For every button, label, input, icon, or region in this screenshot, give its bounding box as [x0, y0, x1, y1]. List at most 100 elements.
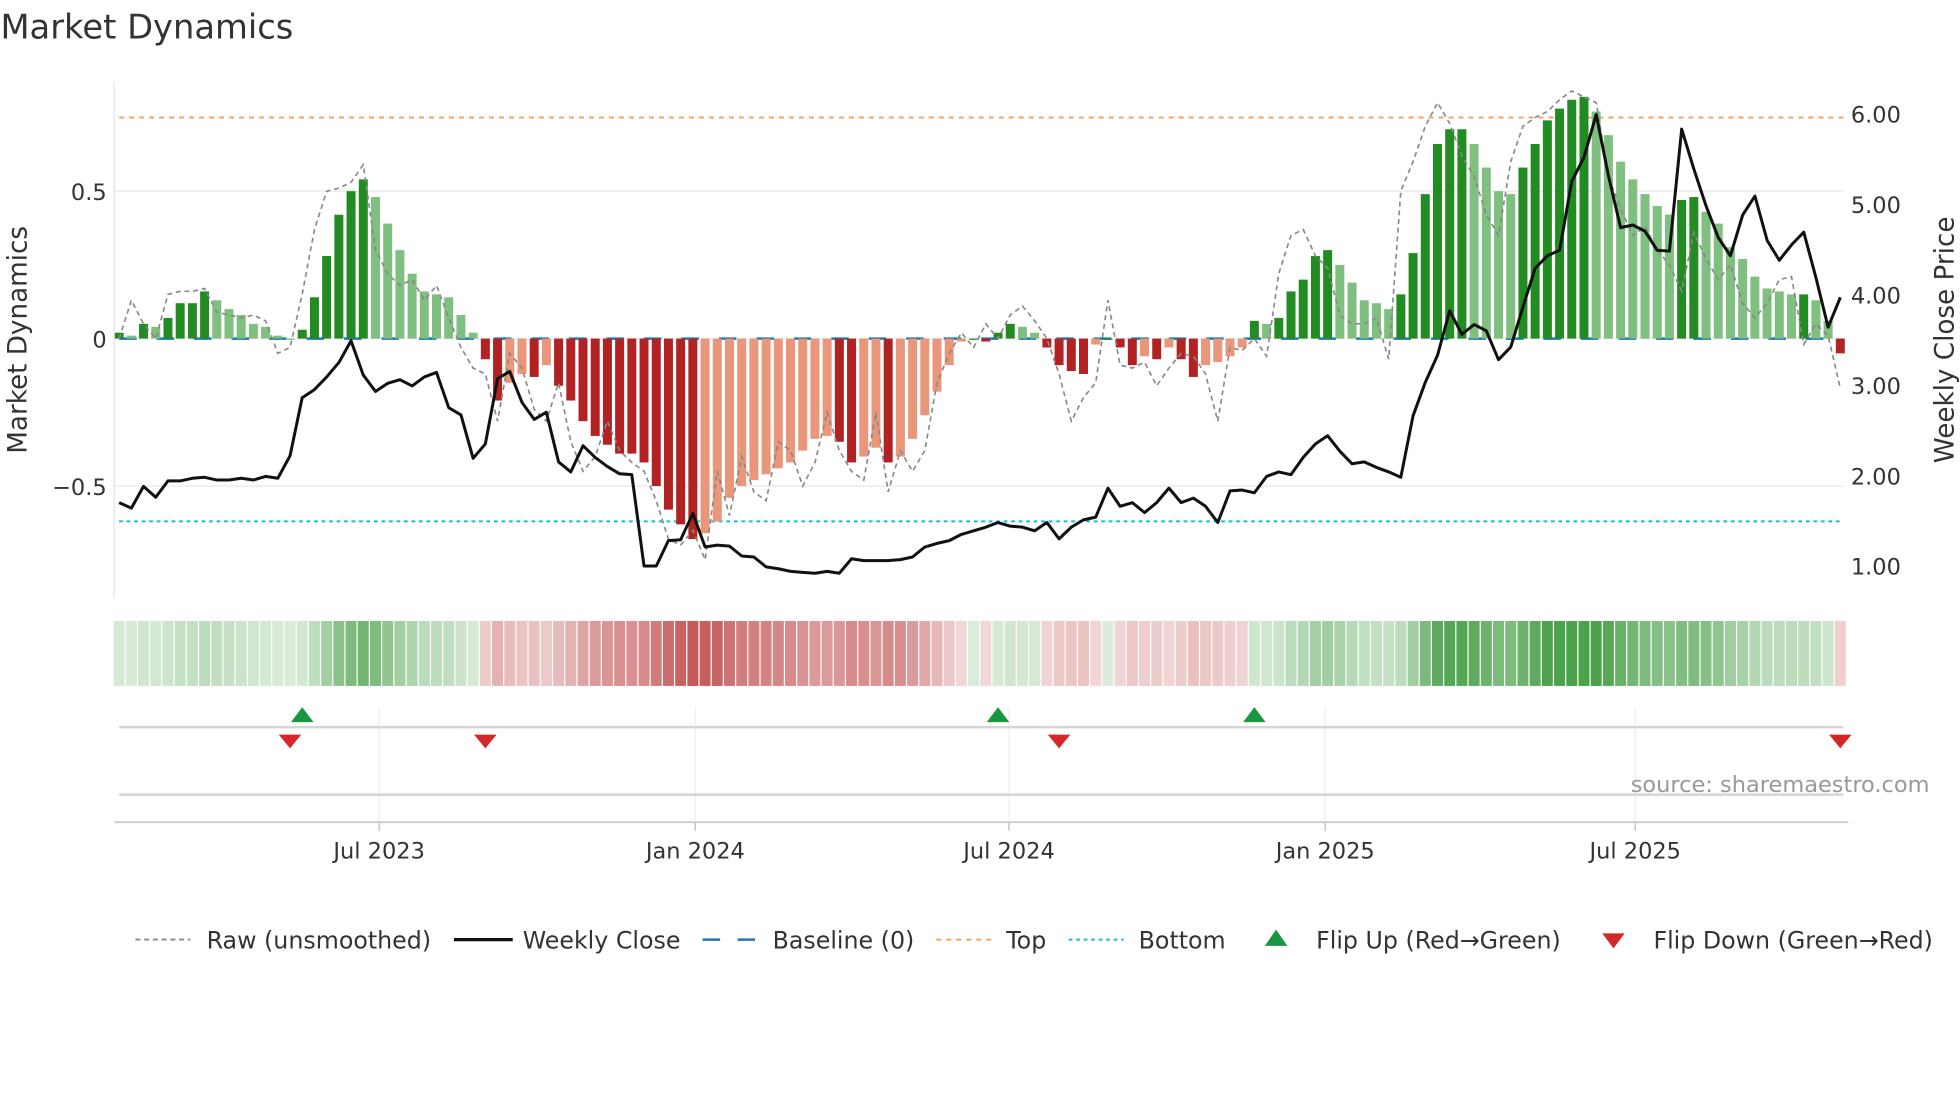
histogram-bar: [346, 191, 356, 339]
flip-up-marker: [291, 707, 314, 723]
histogram-bar: [1152, 338, 1162, 360]
histogram-bar: [212, 300, 222, 339]
heat-strip-cell: [846, 620, 858, 686]
heat-strip-cell: [1431, 620, 1443, 686]
heat-strip-cell: [1126, 620, 1138, 686]
heat-strip-cell: [321, 620, 333, 686]
heat-strip-cell: [1834, 620, 1846, 686]
heat-strip-cell: [1090, 620, 1102, 686]
heat-strip-cell: [516, 620, 528, 686]
heat-strip-cell: [1395, 620, 1407, 686]
heat-strip-cell: [553, 620, 565, 686]
heat-strip-cell: [1029, 620, 1041, 686]
heat-strip-cell: [858, 620, 870, 686]
left-tick-label: 0: [92, 327, 106, 353]
heat-strip-cell: [357, 620, 369, 686]
source-note: source: sharemaestro.com: [1631, 772, 1930, 798]
histogram-bar: [370, 197, 380, 339]
heat-strip-cell: [785, 620, 797, 686]
left-tick-label: 0.5: [71, 180, 107, 206]
histogram-bar: [1811, 300, 1821, 339]
histogram-bar: [273, 335, 283, 339]
histogram-bar: [1359, 300, 1369, 339]
heat-strip-cell: [614, 620, 626, 686]
heat-strip-cell: [1200, 620, 1212, 686]
heat-strip-cell: [431, 620, 443, 686]
histogram-bar: [444, 297, 454, 339]
histogram-bar: [1213, 338, 1223, 363]
heat-strip-cell: [931, 620, 943, 686]
histogram-bar: [1835, 338, 1845, 354]
heat-strip-cell: [1358, 620, 1370, 686]
histogram-bar: [1286, 291, 1296, 339]
histogram-bar: [1579, 96, 1589, 339]
right-tick-label: 3.00: [1851, 374, 1901, 400]
histogram-bar: [383, 223, 393, 339]
heat-strip-cell: [577, 620, 589, 686]
histogram-bar: [1127, 338, 1137, 366]
heat-strip-cell: [162, 620, 174, 686]
heat-strip-cell: [296, 620, 308, 686]
heat-strip-cell: [308, 620, 320, 686]
x-tick-label: Jan 2024: [644, 838, 745, 864]
x-tick-label: Jul 2025: [1588, 838, 1681, 864]
histogram-bar: [187, 303, 197, 339]
heat-strip-cell: [1077, 620, 1089, 686]
left-tick-label: −0.5: [52, 475, 107, 501]
heat-strip-cell: [1798, 620, 1810, 686]
heat-strip-cell: [1334, 620, 1346, 686]
histogram-bar: [1481, 167, 1491, 339]
heat-strip-cell: [333, 620, 345, 686]
heat-strip-cell: [1370, 620, 1382, 686]
heat-strip-cell: [1175, 620, 1187, 686]
histogram-bar: [480, 338, 490, 360]
heat-strip-cell: [1151, 620, 1163, 686]
heat-strip-cell: [492, 620, 504, 686]
histogram-bar: [432, 294, 442, 339]
heat-strip-cell: [504, 620, 516, 686]
histogram-bar: [810, 338, 820, 439]
histogram-bar: [1103, 338, 1113, 340]
histogram-bar: [126, 335, 136, 339]
heat-strip-cell: [1322, 620, 1334, 686]
histogram-bar: [969, 338, 979, 340]
histogram-bar: [1750, 276, 1760, 339]
histogram-bar: [663, 338, 673, 510]
right-tick-label: 4.00: [1851, 283, 1901, 309]
histogram-bar: [615, 338, 625, 454]
heat-strip-cell: [894, 620, 906, 686]
histogram-bar: [1030, 332, 1040, 339]
heat-strip-cell: [406, 620, 418, 686]
heat-strip-cell: [1773, 620, 1785, 686]
heat-strip-cell: [1053, 620, 1065, 686]
heat-strip-cell: [1212, 620, 1224, 686]
histogram-bar: [1628, 179, 1638, 339]
histogram-bar: [883, 338, 893, 463]
heat-strip-cell: [211, 620, 223, 686]
heat-strip-cell: [675, 620, 687, 686]
flip-down-legend-swatch: [1602, 933, 1625, 949]
histogram-bar: [456, 315, 466, 339]
histogram-bar: [1005, 323, 1015, 339]
heat-strip-cell: [1700, 620, 1712, 686]
heat-strip-cell: [1102, 620, 1114, 686]
histogram-bar: [590, 338, 600, 436]
heat-strip-cell: [1297, 620, 1309, 686]
heat-strip-cell: [589, 620, 601, 686]
right-tick-label: 1.00: [1851, 555, 1901, 581]
heat-strip-cell: [1761, 620, 1773, 686]
heat-strip-cell: [1383, 620, 1395, 686]
heat-strip-cell: [1676, 620, 1688, 686]
heat-strip-cell: [1065, 620, 1077, 686]
histogram-bar: [1786, 294, 1796, 339]
heat-strip-cell: [1602, 620, 1614, 686]
market-dynamics-chart: Market Dynamics 0.5 0 −0.5 6.00 5.00 4.00 3.00…: [0, 8, 1960, 955]
flip-down-marker: [1829, 734, 1852, 749]
histogram-bar: [322, 256, 332, 339]
histogram-bar: [285, 338, 295, 340]
histogram-bar: [700, 338, 710, 534]
heat-strip-cell: [870, 620, 882, 686]
legend-label: Flip Down (Green→Red): [1653, 926, 1932, 954]
heat-strip-cell: [1114, 620, 1126, 686]
flip-down-marker: [1047, 734, 1071, 749]
